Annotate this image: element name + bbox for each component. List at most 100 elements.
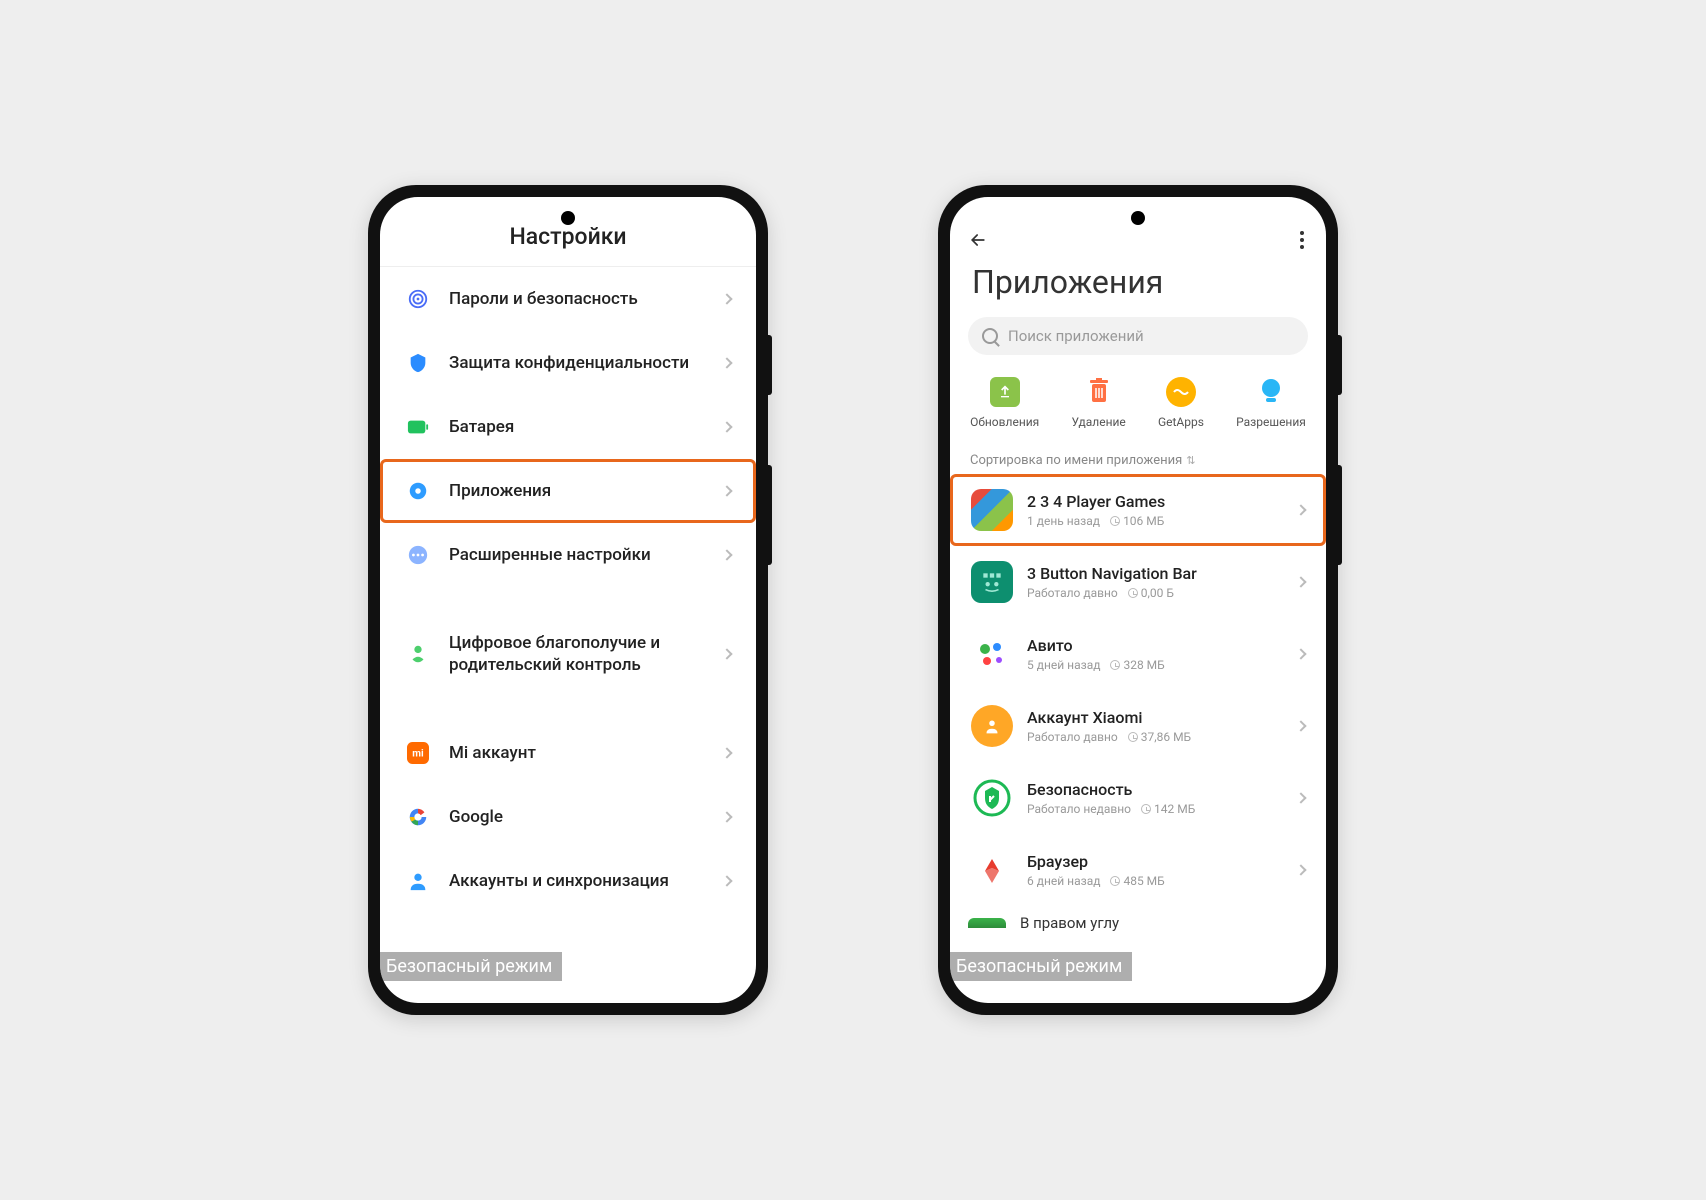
chevron-right-icon xyxy=(721,485,732,496)
chevron-right-icon xyxy=(721,549,732,560)
screen-right: Приложения Поиск приложений Обновления У… xyxy=(950,197,1326,1003)
updates-icon xyxy=(990,377,1020,407)
settings-list: Пароли и безопасность Защита конфиденциа… xyxy=(380,267,756,913)
action-label: GetApps xyxy=(1158,415,1204,429)
settings-item-label: Пароли и безопасность xyxy=(449,288,723,310)
app-meta: 1 день назад 106 МБ xyxy=(1027,514,1297,528)
clock-icon xyxy=(1128,588,1138,598)
settings-item-label: Google xyxy=(449,806,723,828)
app-icon xyxy=(971,561,1013,603)
settings-item-label: Mi аккаунт xyxy=(449,742,723,764)
battery-icon xyxy=(405,414,431,440)
mi-icon: mi xyxy=(405,740,431,766)
app-meta: 5 дней назад 328 МБ xyxy=(1027,658,1297,672)
fingerprint-icon xyxy=(405,286,431,312)
gear-icon xyxy=(405,478,431,504)
app-meta: Работало давно 37,86 МБ xyxy=(1027,730,1297,744)
sort-label: Сортировка по имени приложения xyxy=(970,453,1182,468)
app-meta: Работало давно 0,00 Б xyxy=(1027,586,1297,600)
action-label: Разрешения xyxy=(1236,415,1306,429)
app-item-player-games[interactable]: 2 3 4 Player Games 1 день назад 106 МБ xyxy=(950,474,1326,546)
search-input[interactable]: Поиск приложений xyxy=(968,317,1308,355)
app-item-avito[interactable]: Авито 5 дней назад 328 МБ xyxy=(950,618,1326,690)
chevron-right-icon xyxy=(721,421,732,432)
settings-item-passwords[interactable]: Пароли и безопасность xyxy=(380,267,756,331)
getapps-icon xyxy=(1166,377,1196,407)
app-meta: 6 дней назад 485 МБ xyxy=(1027,874,1297,888)
app-icon xyxy=(971,489,1013,531)
wellbeing-icon xyxy=(405,641,431,667)
chevron-right-icon xyxy=(721,293,732,304)
app-icon xyxy=(971,705,1013,747)
action-delete[interactable]: Удаление xyxy=(1071,377,1125,429)
apps-title: Приложения xyxy=(950,257,1326,317)
account-icon xyxy=(405,868,431,894)
delete-icon xyxy=(1084,377,1114,407)
settings-item-label: Батарея xyxy=(449,416,723,438)
app-meta: Работало недавно 142 МБ xyxy=(1027,802,1297,816)
settings-item-label: Приложения xyxy=(449,480,723,502)
app-name: Авито xyxy=(1027,636,1297,655)
back-button[interactable] xyxy=(968,230,988,250)
permissions-icon xyxy=(1256,377,1286,407)
chevron-right-icon xyxy=(721,812,732,823)
app-name: 3 Button Navigation Bar xyxy=(1027,564,1297,583)
app-name: Браузер xyxy=(1027,852,1297,871)
app-icon xyxy=(971,633,1013,675)
svg-text:mi: mi xyxy=(412,749,424,760)
screen-left: Настройки Пароли и безопасность Защита к… xyxy=(380,197,756,1003)
safemode-badge: Безопасный режим xyxy=(950,952,1132,981)
app-item-security[interactable]: Безопасность Работало недавно 142 МБ xyxy=(950,762,1326,834)
clock-icon xyxy=(1110,516,1120,526)
app-item-browser[interactable]: Браузер 6 дней назад 485 МБ xyxy=(950,834,1326,906)
chevron-right-icon xyxy=(1295,648,1306,659)
app-item-partial[interactable]: В правом углу xyxy=(950,906,1326,932)
sort-arrows-icon: ⇅ xyxy=(1186,454,1195,467)
phone-left: Настройки Пароли и безопасность Защита к… xyxy=(368,185,768,1015)
app-item-xiaomi-account[interactable]: Аккаунт Xiaomi Работало давно 37,86 МБ xyxy=(950,690,1326,762)
clock-icon xyxy=(1110,876,1120,886)
chevron-right-icon xyxy=(721,648,732,659)
action-label: Удаление xyxy=(1071,415,1125,429)
settings-item-label: Аккаунты и синхронизация xyxy=(449,870,723,892)
action-row: Обновления Удаление GetApps xyxy=(950,365,1326,443)
action-permissions[interactable]: Разрешения xyxy=(1236,377,1306,429)
settings-item-google[interactable]: Google xyxy=(380,785,756,849)
app-name: В правом углу xyxy=(1020,914,1119,932)
clock-icon xyxy=(1110,660,1120,670)
settings-item-label: Цифровое благополучие и родительский кон… xyxy=(449,632,723,676)
settings-item-accounts-sync[interactable]: Аккаунты и синхронизация xyxy=(380,849,756,913)
chevron-right-icon xyxy=(1295,792,1306,803)
clock-icon xyxy=(1141,804,1151,814)
chevron-right-icon xyxy=(721,357,732,368)
settings-item-label: Защита конфиденциальности xyxy=(449,352,723,374)
chevron-right-icon xyxy=(721,876,732,887)
app-icon xyxy=(968,918,1006,928)
more-menu-button[interactable] xyxy=(1296,227,1308,253)
chevron-right-icon xyxy=(1295,864,1306,875)
app-name: Аккаунт Xiaomi xyxy=(1027,708,1297,727)
chevron-right-icon xyxy=(1295,720,1306,731)
settings-item-advanced[interactable]: Расширенные настройки xyxy=(380,523,756,587)
dots-icon xyxy=(405,542,431,568)
app-item-3button-nav[interactable]: 3 Button Navigation Bar Работало давно 0… xyxy=(950,546,1326,618)
app-icon xyxy=(971,777,1013,819)
app-name: Безопасность xyxy=(1027,780,1297,799)
phone-right: Приложения Поиск приложений Обновления У… xyxy=(938,185,1338,1015)
action-getapps[interactable]: GetApps xyxy=(1158,377,1204,429)
settings-screen: Настройки Пароли и безопасность Защита к… xyxy=(380,197,756,1003)
clock-icon xyxy=(1128,732,1138,742)
settings-item-mi-account[interactable]: mi Mi аккаунт xyxy=(380,721,756,785)
settings-item-battery[interactable]: Батарея xyxy=(380,395,756,459)
search-placeholder: Поиск приложений xyxy=(1008,327,1144,345)
settings-item-wellbeing[interactable]: Цифровое благополучие и родительский кон… xyxy=(380,613,756,695)
settings-item-privacy[interactable]: Защита конфиденциальности xyxy=(380,331,756,395)
sort-button[interactable]: Сортировка по имени приложения ⇅ xyxy=(950,443,1326,474)
camera-dot xyxy=(1131,211,1145,225)
camera-dot xyxy=(561,211,575,225)
safemode-badge: Безопасный режим xyxy=(380,952,562,981)
app-icon xyxy=(971,849,1013,891)
action-updates[interactable]: Обновления xyxy=(970,377,1039,429)
google-icon xyxy=(405,804,431,830)
settings-item-apps[interactable]: Приложения xyxy=(380,459,756,523)
